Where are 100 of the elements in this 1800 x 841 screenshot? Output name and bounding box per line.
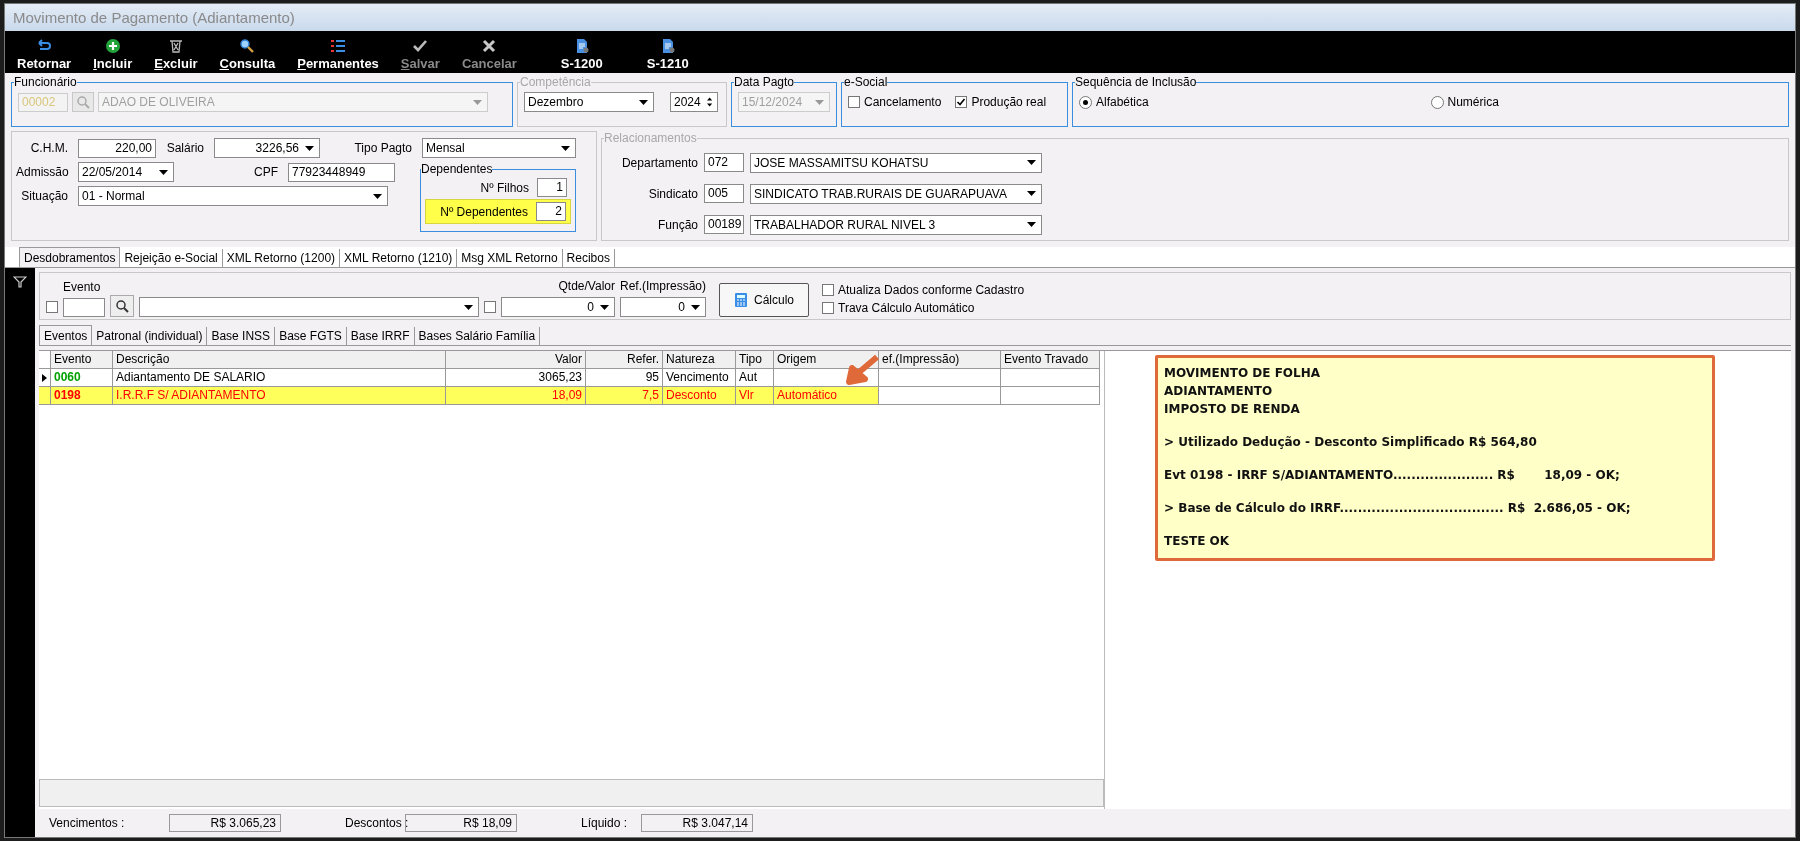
checkbox[interactable]: [822, 302, 835, 314]
close-icon: [481, 38, 498, 54]
salary-dropdown[interactable]: 3226,56: [214, 138, 320, 158]
group-label: Funcionário: [14, 75, 77, 89]
tab[interactable]: Bases Salário Família: [414, 327, 541, 345]
checkbox[interactable]: [848, 96, 860, 108]
caret-icon: [561, 145, 570, 151]
calculate-button[interactable]: Cálculo: [719, 283, 810, 317]
field-label: Evento: [63, 280, 102, 296]
field-label: Nº Dependentes: [440, 204, 528, 219]
toolbar-button[interactable]: Consulta: [215, 38, 280, 71]
table-cell: Vlr: [736, 387, 774, 405]
tab[interactable]: Eventos: [39, 325, 93, 345]
column-header[interactable]: Valor: [446, 351, 586, 369]
annotation-arrow: [845, 354, 879, 386]
checkbox-label[interactable]: Atualiza Dados conforme Cadastro: [838, 283, 1025, 297]
caret-icon: [464, 304, 473, 310]
date-dropdown[interactable]: 22/05/2014: [78, 162, 174, 182]
caret-icon: [473, 99, 482, 105]
tab[interactable]: XML Retorno (1200): [222, 249, 341, 267]
field-label: Departamento: [620, 155, 698, 170]
field-label: Sindicato: [647, 186, 698, 201]
caret-icon: [305, 145, 314, 151]
field-label: Tipo Pagto: [353, 141, 413, 155]
count-field[interactable]: 1: [537, 178, 567, 197]
toolbar-button[interactable]: Incluir: [89, 38, 137, 71]
payment-type-dropdown[interactable]: Mensal: [422, 138, 576, 158]
group-label: Data Pagto: [734, 75, 795, 89]
field-label: Ref.(Impressão): [620, 279, 707, 295]
checkbox[interactable]: [484, 301, 496, 313]
field-label: Situação: [20, 189, 69, 203]
checkbox-label[interactable]: Cancelamento: [864, 95, 942, 109]
checkbox[interactable]: [955, 96, 968, 108]
total-label: Líquido :: [581, 816, 629, 830]
search-button[interactable]: [110, 295, 134, 317]
event-code: 0198: [54, 388, 81, 402]
field-label: Função: [656, 217, 698, 232]
row-header-cell[interactable]: [39, 387, 51, 405]
tab[interactable]: Base IRRF: [346, 327, 415, 345]
group-label: Competência: [520, 75, 591, 89]
radio-label[interactable]: Numérica: [1447, 95, 1499, 109]
note-text: TESTE OK: [1164, 533, 1231, 550]
event-code: 0060: [54, 370, 81, 384]
plus-icon: [104, 38, 121, 54]
cpf-field[interactable]: 77923448949: [288, 162, 395, 182]
toolbar-button[interactable]: S-1210: [642, 38, 693, 71]
checkbox-label[interactable]: Trava Cálculo Automático: [838, 301, 975, 315]
column-header[interactable]: Evento Travado: [1001, 351, 1100, 369]
trash-icon: [167, 38, 184, 54]
column-header[interactable]: Natureza: [663, 351, 736, 369]
status-dropdown[interactable]: 01 - Normal: [78, 186, 388, 206]
column-header[interactable]: ef.(Impressão): [879, 351, 1001, 369]
tab[interactable]: Recibos: [562, 249, 615, 267]
total-label: Vencimentos :: [49, 816, 126, 830]
hours-field[interactable]: 220,00: [78, 138, 156, 158]
column-header[interactable]: Tipo: [736, 351, 774, 369]
toolbar-button[interactable]: S-1200: [556, 38, 607, 71]
note-text: Evt 0198 - IRRF S/ADIANTAMENTO...................... R$ 18,09 - OK;: [1164, 467, 1621, 484]
count-field[interactable]: 2: [536, 202, 566, 221]
total-value: R$ 3.065,23: [169, 814, 281, 832]
table-cell: 7,5: [586, 387, 663, 405]
tab[interactable]: Desdobramentos: [19, 247, 121, 267]
column-header[interactable]: Evento: [51, 351, 113, 369]
caret-icon: [639, 99, 648, 105]
checkbox-label[interactable]: Produção real: [971, 95, 1047, 109]
column-header[interactable]: Refer.: [586, 351, 663, 369]
caret-icon: [600, 304, 609, 310]
checkmark-icon: [412, 38, 429, 54]
total-value: R$ 3.047,14: [641, 814, 753, 832]
quantity-dropdown[interactable]: 0: [501, 297, 615, 317]
note-text: > Utilizado Dedução - Desconto Simplificado R$ 564,80: [1164, 434, 1538, 451]
caret-icon: [373, 193, 382, 199]
radio-label[interactable]: Alfabética: [1096, 95, 1149, 109]
caret-icon: [159, 169, 168, 175]
checkbox[interactable]: [46, 301, 58, 313]
field-label: Nº Filhos: [480, 180, 529, 195]
tab[interactable]: Base FGTS: [275, 327, 347, 345]
column-header[interactable]: Origem: [774, 351, 879, 369]
toolbar-button[interactable]: Permanentes: [293, 38, 383, 71]
note-text: IMPOSTO DE RENDA: [1164, 401, 1301, 418]
reference-dropdown[interactable]: 0: [620, 297, 706, 317]
toolbar-button[interactable]: Retornar: [13, 38, 76, 71]
toolbar-button[interactable]: Excluir: [150, 38, 202, 71]
tab[interactable]: Patronal (individual): [92, 327, 208, 345]
tab[interactable]: Base INSS: [207, 327, 276, 345]
field-label: Salário: [165, 141, 205, 155]
event-code-field[interactable]: [63, 298, 105, 317]
checkbox[interactable]: [822, 284, 835, 296]
tab[interactable]: XML Retorno (1210): [340, 249, 458, 267]
column-header[interactable]: Descrição: [113, 351, 446, 369]
caret-icon: [1027, 160, 1036, 165]
funnel-icon: [13, 276, 27, 288]
caret-icon: [1027, 222, 1036, 227]
radio-button[interactable]: [1079, 95, 1092, 109]
tab[interactable]: Msg XML Retorno: [457, 249, 563, 267]
search-icon: [76, 95, 90, 109]
tab[interactable]: Rejeição e-Social: [120, 249, 223, 267]
radio-button[interactable]: [1430, 95, 1444, 109]
event-dropdown[interactable]: [139, 297, 479, 317]
field-label: C.H.M.: [29, 141, 69, 155]
